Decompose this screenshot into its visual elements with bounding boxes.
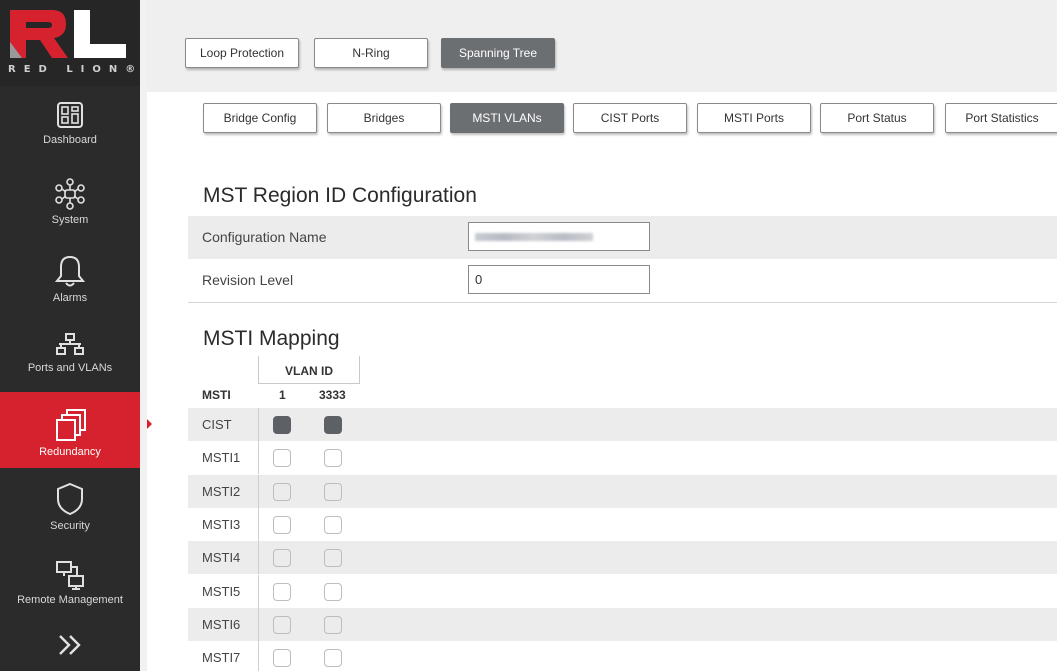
vlan-id-header: VLAN ID xyxy=(258,356,360,384)
column-separator xyxy=(258,607,259,641)
tab-msti-vlans[interactable]: MSTI VLANs xyxy=(450,103,564,133)
msti-row: MSTI1 xyxy=(188,441,1057,475)
tab-spanning-tree[interactable]: Spanning Tree xyxy=(441,38,555,68)
sidebar-item-label: Redundancy xyxy=(39,446,101,458)
protocol-tab-bar: Loop Protection N-Ring Spanning Tree xyxy=(147,0,1057,86)
column-separator xyxy=(258,507,259,541)
tab-n-ring[interactable]: N-Ring xyxy=(314,38,428,68)
sidebar-item-label: Alarms xyxy=(52,292,88,304)
msti-column-header: MSTI xyxy=(202,388,231,402)
sidebar-item-ports-and-vlans[interactable]: Ports and VLANs xyxy=(0,332,140,392)
tab-msti-ports[interactable]: MSTI Ports xyxy=(697,103,811,133)
vlan-mapping-checkbox[interactable] xyxy=(273,582,291,601)
msti-name: CIST xyxy=(202,417,232,432)
vlan-mapping-checkbox[interactable] xyxy=(324,615,342,634)
tab-port-statistics[interactable]: Port Statistics xyxy=(945,103,1057,133)
vlan-column-header: 1 xyxy=(279,388,286,402)
msti-name: MSTI3 xyxy=(202,516,241,532)
msti-name: MSTI4 xyxy=(202,550,241,566)
sidebar-item-label: Ports and VLANs xyxy=(27,362,113,374)
sidebar-item-label: Security xyxy=(50,520,90,532)
vlan-mapping-checkbox[interactable] xyxy=(273,482,291,501)
config-name-label: Configuration Name xyxy=(202,229,327,245)
sidebar-item-alarms[interactable]: Alarms xyxy=(0,254,140,326)
msti-row: MSTI6 xyxy=(188,607,1057,641)
revision-level-label: Revision Level xyxy=(202,272,294,288)
sidebar-item-system[interactable]: System xyxy=(0,178,140,250)
vlan-mapping-checkbox[interactable] xyxy=(273,416,291,434)
sidebar-item-security[interactable]: Security xyxy=(0,482,140,554)
shield-icon xyxy=(57,482,83,516)
msti-mapping-title: MSTI Mapping xyxy=(203,327,340,350)
double-chevron-right-icon xyxy=(59,635,81,655)
region-config-title: MST Region ID Configuration xyxy=(203,184,477,207)
sidebar-separator xyxy=(140,0,147,671)
tab-cist-ports[interactable]: CIST Ports xyxy=(573,103,687,133)
msti-row: MSTI5 xyxy=(188,574,1057,608)
config-name-value-redacted xyxy=(475,233,593,241)
vlan-mapping-checkbox[interactable] xyxy=(273,549,291,568)
column-separator xyxy=(258,441,259,475)
vlan-mapping-checkbox[interactable] xyxy=(273,615,291,634)
tab-loop-protection[interactable]: Loop Protection xyxy=(185,38,299,68)
msti-row: MSTI7 xyxy=(188,641,1057,671)
red-lion-logo[interactable]: RED LION® xyxy=(0,0,140,86)
msti-name: MSTI1 xyxy=(202,450,241,466)
revision-level-row: Revision Level 0 xyxy=(188,259,1057,302)
msti-row: MSTI4 xyxy=(188,541,1057,575)
revision-level-input[interactable]: 0 xyxy=(468,265,650,294)
ports-tree-icon xyxy=(56,333,84,355)
sidebar: RED LION® Dashboard System Alarms Ports … xyxy=(0,0,152,671)
dashboard-icon xyxy=(57,102,83,128)
stacked-windows-icon xyxy=(56,409,86,441)
column-separator xyxy=(258,408,259,441)
tab-bridge-config[interactable]: Bridge Config xyxy=(203,103,317,133)
spanning-tree-subtab-bar: Bridge Config Bridges MSTI VLANs CIST Po… xyxy=(147,86,1057,140)
sidebar-item-label: Dashboard xyxy=(43,134,97,146)
subtab-strip xyxy=(147,86,1057,92)
logo-text: RED LION® xyxy=(8,64,144,75)
vlan-mapping-checkbox[interactable] xyxy=(324,549,342,568)
vlan-mapping-checkbox[interactable] xyxy=(324,582,342,601)
sidebar-item-redundancy[interactable]: Redundancy xyxy=(0,392,152,468)
column-separator xyxy=(258,474,259,508)
sidebar-item-remote-management[interactable]: Remote Management xyxy=(0,560,140,620)
vlan-mapping-checkbox[interactable] xyxy=(324,515,342,534)
msti-name: MSTI7 xyxy=(202,650,241,666)
column-separator xyxy=(258,541,259,575)
vlan-column-header: 3333 xyxy=(319,388,346,402)
vlan-mapping-checkbox[interactable] xyxy=(273,449,291,468)
column-separator xyxy=(258,641,259,671)
rl-logo-mark xyxy=(10,10,126,58)
config-name-row: Configuration Name xyxy=(188,216,1057,259)
vlan-mapping-checkbox[interactable] xyxy=(273,649,291,668)
sidebar-item-dashboard[interactable]: Dashboard xyxy=(0,100,140,172)
msti-name: MSTI2 xyxy=(202,483,241,499)
msti-name: MSTI5 xyxy=(202,583,241,599)
bell-icon xyxy=(55,255,85,287)
vlan-mapping-checkbox[interactable] xyxy=(324,482,342,501)
vlan-mapping-checkbox[interactable] xyxy=(273,515,291,534)
tab-port-status[interactable]: Port Status xyxy=(820,103,934,133)
vlan-mapping-checkbox[interactable] xyxy=(324,649,342,668)
vlan-mapping-checkbox[interactable] xyxy=(324,416,342,434)
vlan-mapping-checkbox[interactable] xyxy=(324,449,342,468)
sidebar-item-expand[interactable] xyxy=(0,630,140,671)
sidebar-item-label: System xyxy=(51,214,89,226)
msti-row: MSTI2 xyxy=(188,474,1057,508)
section-divider xyxy=(188,302,1057,303)
sidebar-item-label: Remote Management xyxy=(17,594,123,606)
config-name-input[interactable] xyxy=(468,222,650,251)
msti-row: MSTI3 xyxy=(188,507,1057,541)
msti-row: CIST xyxy=(188,408,1057,441)
msti-name: MSTI6 xyxy=(202,616,241,632)
remote-monitors-icon xyxy=(56,561,84,590)
tab-bridges[interactable]: Bridges xyxy=(327,103,441,133)
column-separator xyxy=(258,574,259,608)
network-nodes-icon xyxy=(55,178,85,210)
